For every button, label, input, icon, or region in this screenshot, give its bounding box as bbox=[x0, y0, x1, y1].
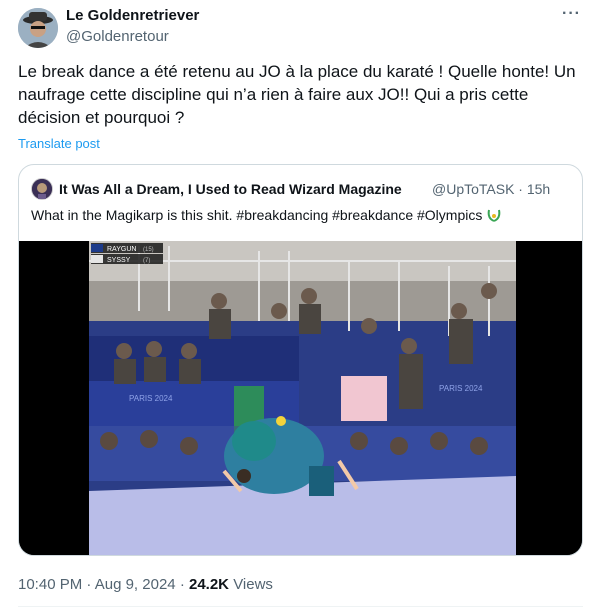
score-row-1-score: (15) bbox=[143, 247, 154, 253]
quoted-author-handle-time[interactable]: @UpToTASK · 15h bbox=[432, 181, 550, 197]
author-display-name[interactable]: Le Goldenretriever bbox=[66, 7, 199, 24]
quoted-avatar-icon bbox=[32, 179, 52, 199]
quoted-post-text: What in the Magikarp is this shit. #brea… bbox=[31, 207, 502, 223]
flag-australia-icon bbox=[91, 244, 103, 252]
author-handle[interactable]: @Goldenretour bbox=[66, 28, 169, 45]
post-metadata: 10:40 PM · Aug 9, 2024 · 24.2K Views bbox=[18, 576, 273, 593]
post-time[interactable]: 10:40 PM bbox=[18, 576, 82, 593]
quoted-author-name[interactable]: It Was All a Dream, I Used to Read Wizar… bbox=[59, 181, 402, 197]
author-avatar[interactable] bbox=[18, 8, 58, 48]
views-label: Views bbox=[233, 576, 273, 593]
post-video[interactable]: PARIS 2024 PARIS 2024 RAYGUN (15) SYSSY … bbox=[19, 241, 582, 555]
video-frame: PARIS 2024 PARIS 2024 RAYGUN (15) SYSSY … bbox=[19, 241, 582, 555]
meta-separator: · bbox=[179, 576, 185, 593]
banner-text-right: PARIS 2024 bbox=[439, 384, 483, 393]
tweet-text: Le break dance a été retenu au JO à la p… bbox=[18, 62, 576, 127]
olympics-hashflag-icon bbox=[487, 209, 501, 222]
post-date[interactable]: Aug 9, 2024 bbox=[95, 576, 176, 593]
quoted-post[interactable]: It Was All a Dream, I Used to Read Wizar… bbox=[18, 164, 583, 556]
meta-separator: · bbox=[86, 576, 92, 593]
score-row-2-score: (7) bbox=[143, 258, 150, 264]
more-options-icon[interactable]: ··· bbox=[562, 5, 581, 23]
translate-post-link[interactable]: Translate post bbox=[18, 136, 100, 151]
quoted-post-text-content: What in the Magikarp is this shit. #brea… bbox=[31, 207, 483, 223]
quoted-author-avatar[interactable] bbox=[31, 178, 53, 200]
user-avatar-icon bbox=[18, 8, 58, 48]
flag-netherlands-icon bbox=[91, 255, 103, 263]
views-count: 24.2K bbox=[188, 576, 230, 593]
banner-text: PARIS 2024 bbox=[129, 394, 173, 403]
score-row-2-name: SYSSY bbox=[107, 257, 131, 264]
footer-divider bbox=[18, 606, 583, 607]
score-row-1-name: RAYGUN bbox=[107, 246, 136, 253]
